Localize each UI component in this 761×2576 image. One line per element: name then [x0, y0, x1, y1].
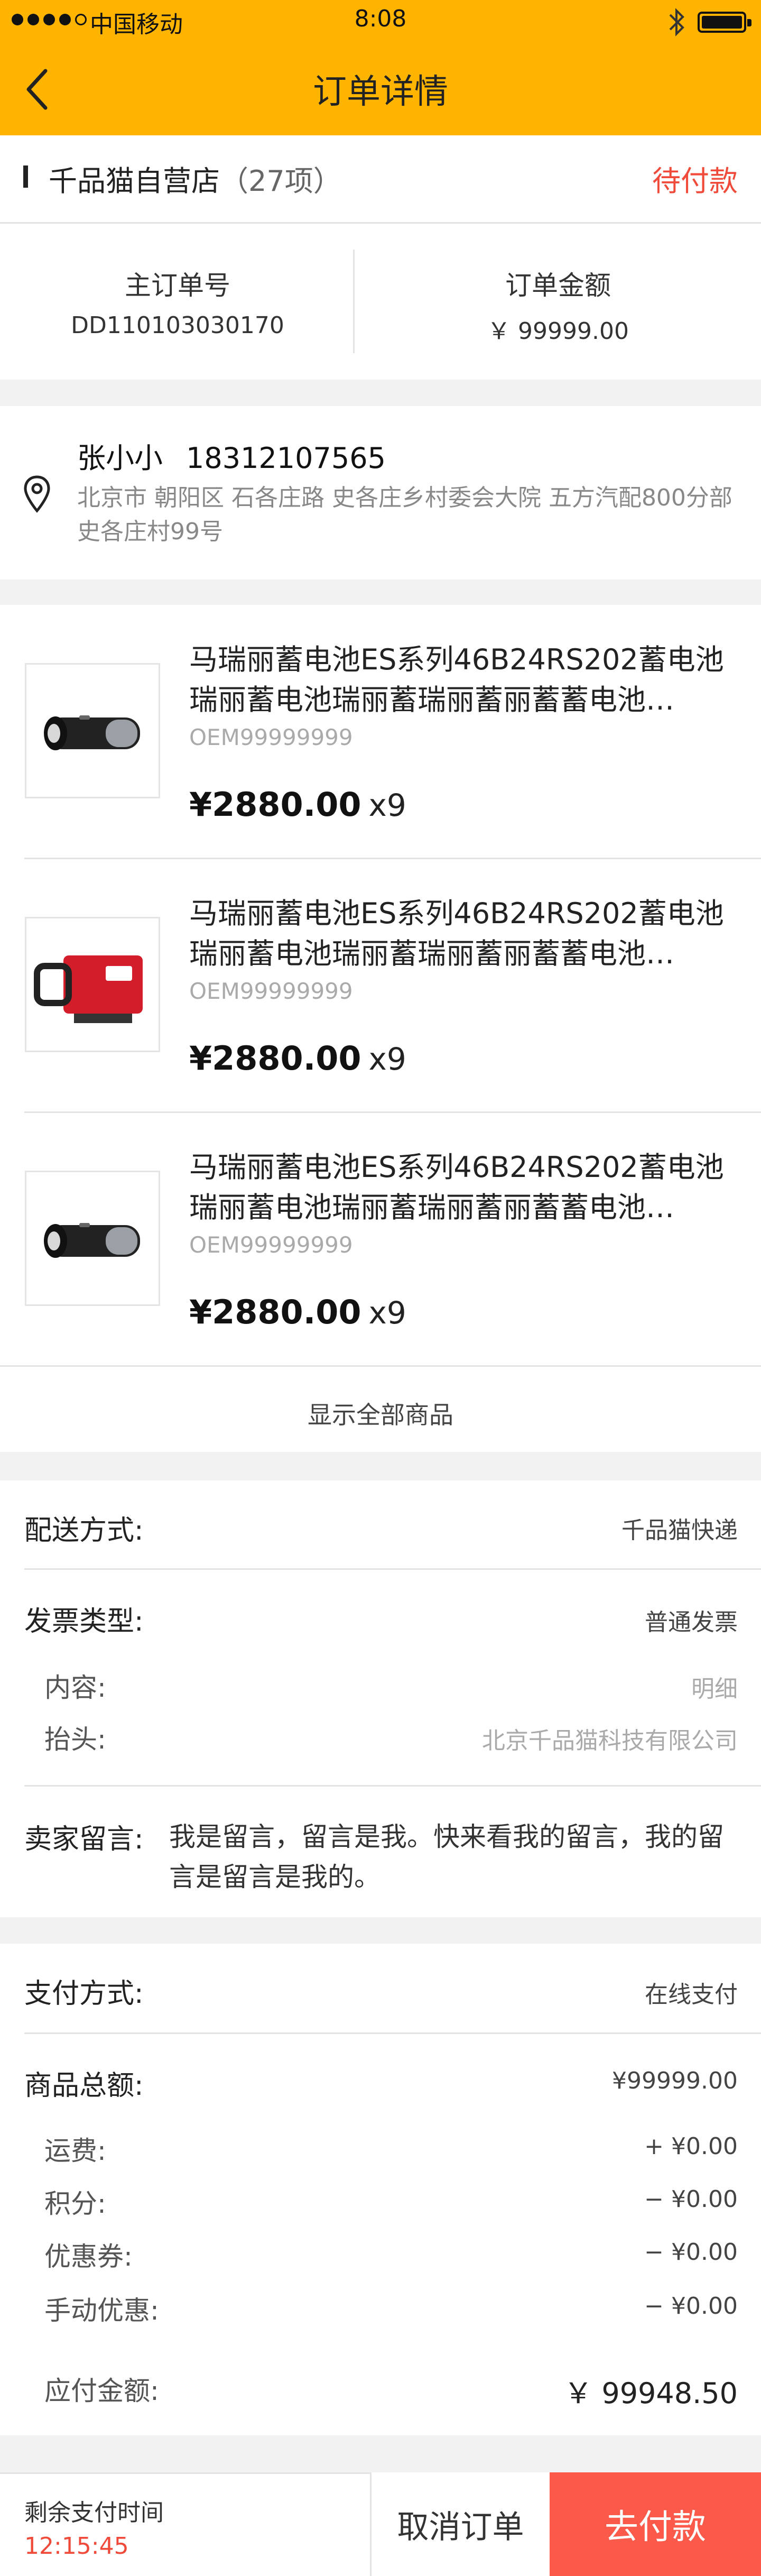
payment-method-value: 在线支付 — [645, 1981, 738, 2008]
recipient-phone: 18312107565 — [186, 441, 386, 475]
delivery-value: 千品猫快递 — [621, 1517, 738, 1544]
product-price-line: ¥2880.00 x9 — [189, 1039, 406, 1078]
remaining-time-value: 12:15:45 — [24, 2533, 129, 2560]
order-number-value: DD110103030170 — [71, 312, 284, 339]
invoice-header-label: 抬头: — [44, 1724, 106, 1755]
store-name[interactable]: 千品猫自营店（27项） — [49, 158, 342, 199]
invoice-type-value: 普通发票 — [645, 1609, 738, 1636]
show-all-products-button[interactable]: 显示全部商品 — [0, 1396, 761, 1431]
red-tool-image — [34, 955, 143, 1023]
delivery-label: 配送方式: — [24, 1515, 144, 1547]
product-thumbnail[interactable] — [25, 663, 160, 798]
flashlight-image — [44, 1223, 140, 1258]
recipient-name: 张小小 — [77, 441, 163, 475]
goods-total-label: 商品总额: — [24, 2070, 144, 2102]
coupon-value: − ¥0.00 — [644, 2239, 738, 2266]
divider — [24, 858, 761, 859]
remaining-time-label: 剩余支付时间 — [24, 2499, 164, 2526]
payable-label: 应付金额: — [44, 2376, 159, 2406]
product-qty: x9 — [368, 1295, 406, 1331]
cancel-order-button[interactable]: 取消订单 — [370, 2472, 550, 2576]
pay-button[interactable]: 去付款 — [550, 2472, 761, 2576]
divider — [24, 1568, 761, 1570]
location-pin-icon — [24, 475, 50, 513]
coupon-label: 优惠券: — [44, 2241, 133, 2272]
freight-label: 运费: — [44, 2136, 106, 2166]
seller-message-label: 卖家留言: — [24, 1824, 144, 1855]
page-title: 订单详情 — [313, 72, 448, 112]
invoice-content-label: 内容: — [44, 1672, 106, 1703]
points-label: 积分: — [44, 2188, 106, 2219]
divider — [0, 222, 761, 224]
order-number-label: 主订单号 — [125, 270, 230, 301]
product-title[interactable]: 马瑞丽蓄电池ES系列46B24RS202蓄电池瑞丽蓄电池瑞丽蓄瑞丽蓄丽蓄蓄电池… — [189, 640, 744, 720]
invoice-content-value: 明细 — [691, 1676, 738, 1703]
invoice-type-label: 发票类型: — [24, 1606, 144, 1637]
divider — [353, 250, 355, 353]
order-status-badge: 待付款 — [652, 164, 738, 198]
product-price: ¥2880.00 — [189, 785, 361, 824]
product-price: ¥2880.00 — [189, 1039, 361, 1078]
product-title[interactable]: 马瑞丽蓄电池ES系列46B24RS202蓄电池瑞丽蓄电池瑞丽蓄瑞丽蓄丽蓄蓄电池… — [189, 894, 744, 974]
goods-total-value: ¥99999.00 — [612, 2067, 738, 2094]
product-price-line: ¥2880.00 x9 — [189, 1293, 406, 1331]
divider — [24, 1785, 761, 1787]
product-oem: OEM99999999 — [189, 1232, 353, 1258]
flashlight-image — [44, 715, 140, 750]
bluetooth-icon — [669, 8, 684, 36]
manual-discount-label: 手动优惠: — [44, 2295, 159, 2326]
divider — [0, 1365, 761, 1367]
invoice-header-value: 北京千品猫科技有限公司 — [482, 1727, 738, 1754]
product-qty: x9 — [368, 787, 406, 823]
store-marker — [23, 165, 28, 188]
nav-bar: 订单详情 — [0, 44, 761, 135]
order-detail-screen: 中国移动 8:08 订单详情 千品猫自营店（27项） 待付款 主订单号 DD11… — [0, 0, 761, 2576]
divider — [24, 1111, 761, 1113]
battery-icon — [698, 12, 751, 33]
order-amount-label: 订单金额 — [505, 270, 611, 301]
order-amount-value: ￥ 99999.00 — [487, 318, 629, 345]
product-price-line: ¥2880.00 x9 — [189, 785, 406, 824]
points-value: − ¥0.00 — [644, 2186, 738, 2213]
product-thumbnail[interactable] — [25, 1171, 160, 1306]
clock: 8:08 — [354, 5, 407, 32]
recipient-line: 张小小 18312107565 — [77, 435, 386, 476]
freight-value: + ¥0.00 — [644, 2133, 738, 2160]
product-price: ¥2880.00 — [189, 1293, 361, 1331]
payable-value: ￥ 99948.50 — [564, 2377, 738, 2410]
product-oem: OEM99999999 — [189, 724, 353, 750]
divider — [24, 2032, 761, 2034]
payment-method-label: 支付方式: — [24, 1978, 144, 2010]
product-oem: OEM99999999 — [189, 978, 353, 1004]
address-detail: 北京市 朝阳区 石各庄路 史各庄乡村委会大院 五方汽配800分部史各庄村99号 — [77, 484, 732, 545]
product-thumbnail[interactable] — [25, 917, 160, 1052]
manual-discount-value: − ¥0.00 — [644, 2293, 738, 2320]
product-qty: x9 — [368, 1041, 406, 1077]
seller-message-text: 我是留言，留言是我。快来看我的留言，我的留言是留言是我的。 — [169, 1821, 724, 1892]
product-title[interactable]: 马瑞丽蓄电池ES系列46B24RS202蓄电池瑞丽蓄电池瑞丽蓄瑞丽蓄丽蓄蓄电池… — [189, 1147, 744, 1228]
store-item-count: （27项） — [220, 164, 342, 198]
status-bar: 中国移动 8:08 — [0, 0, 761, 44]
